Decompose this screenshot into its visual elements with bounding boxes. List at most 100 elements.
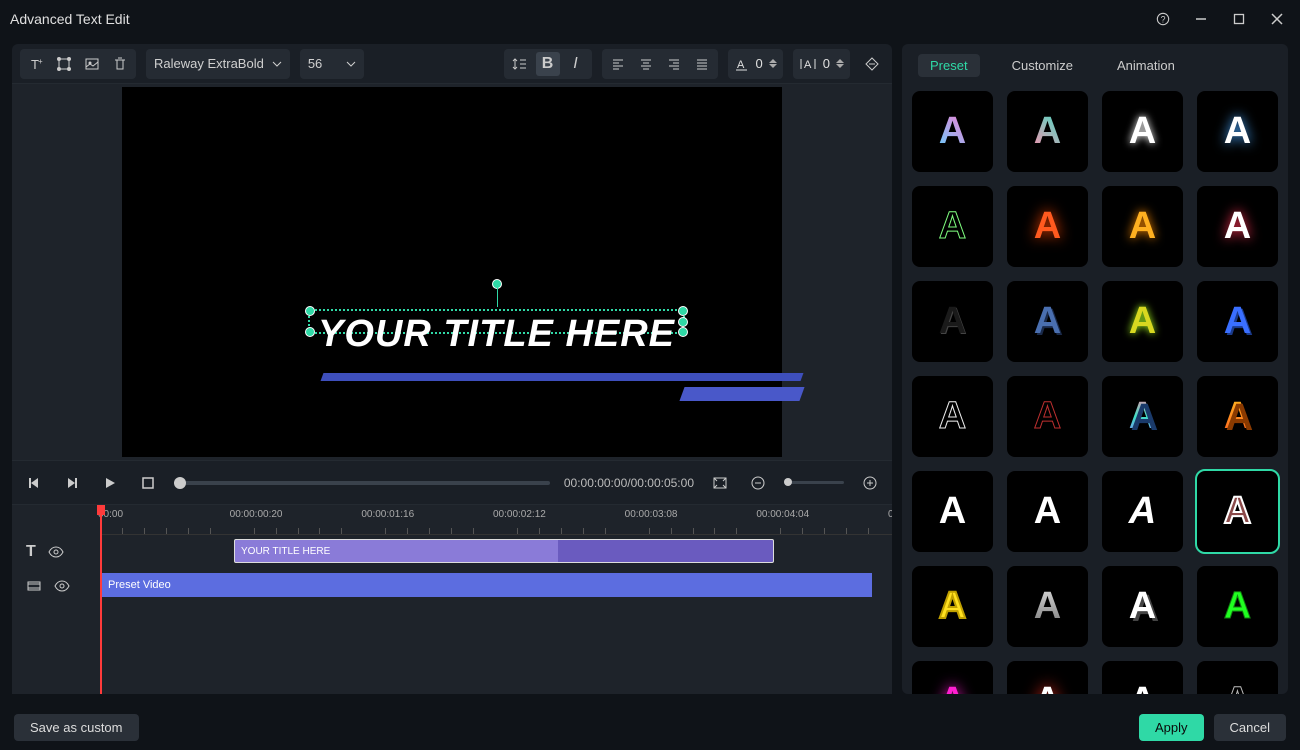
timecode: 00:00:00:00/00:00:05:00	[564, 476, 694, 490]
preset-item[interactable]: A	[1197, 661, 1278, 694]
svg-text:A: A	[737, 59, 745, 71]
tab-customize[interactable]: Customize	[1000, 54, 1085, 77]
preset-item[interactable]: A	[1197, 186, 1278, 267]
stepper-down[interactable]	[836, 64, 844, 68]
font-select[interactable]: Raleway ExtraBold	[146, 49, 290, 79]
delete-icon[interactable]	[108, 52, 132, 76]
preset-item[interactable]: A	[912, 186, 993, 267]
window-controls: ?	[1156, 12, 1290, 26]
letter-spacing-icon: A	[734, 56, 750, 72]
preset-item[interactable]: A	[1102, 471, 1183, 552]
stepper-up[interactable]	[769, 59, 777, 63]
preset-item[interactable]: A	[1007, 91, 1088, 172]
svg-text:?: ?	[1161, 15, 1166, 25]
preview-area: YOUR TITLE HERE	[12, 84, 892, 460]
preset-item[interactable]: A	[1197, 566, 1278, 647]
crop-icon[interactable]	[708, 471, 732, 495]
line-height-icon[interactable]	[508, 52, 532, 76]
align-left-icon[interactable]	[606, 52, 630, 76]
ruler-tick: 00:00:00:20	[230, 509, 283, 520]
apply-button[interactable]: Apply	[1139, 714, 1204, 741]
timeline: 00:0000:00:00:2000:00:01:1600:00:02:1200…	[12, 504, 892, 694]
preset-item[interactable]: A	[912, 471, 993, 552]
scrub-bar[interactable]	[174, 481, 550, 485]
zoom-in-icon[interactable]	[858, 471, 882, 495]
text-track-icon[interactable]: T	[26, 543, 36, 561]
svg-text:+: +	[38, 57, 43, 66]
close-icon[interactable]	[1270, 12, 1284, 26]
preview-canvas[interactable]: YOUR TITLE HERE	[122, 87, 782, 457]
preset-item[interactable]: A	[1102, 186, 1183, 267]
italic-button[interactable]: I	[564, 52, 588, 76]
preset-item[interactable]: A	[1102, 376, 1183, 457]
help-icon[interactable]: ?	[1156, 12, 1170, 26]
align-right-icon[interactable]	[662, 52, 686, 76]
title-element[interactable]: YOUR TITLE HERE	[318, 313, 675, 356]
stepper-up[interactable]	[836, 59, 844, 63]
cancel-button[interactable]: Cancel	[1214, 714, 1286, 741]
text-toolbar: T+ Raleway ExtraBold 56 B I	[12, 44, 892, 84]
preset-item[interactable]: A	[1197, 91, 1278, 172]
maximize-icon[interactable]	[1232, 12, 1246, 26]
play-icon[interactable]	[98, 471, 122, 495]
titlebar: Advanced Text Edit ?	[0, 0, 1300, 38]
tab-animation[interactable]: Animation	[1105, 54, 1187, 77]
preset-item[interactable]: A	[1102, 566, 1183, 647]
stop-icon[interactable]	[136, 471, 160, 495]
stepper-down[interactable]	[769, 64, 777, 68]
align-justify-icon[interactable]	[690, 52, 714, 76]
preset-item[interactable]: A	[1007, 566, 1088, 647]
window-title: Advanced Text Edit	[10, 11, 1156, 27]
preset-item[interactable]: A	[1007, 376, 1088, 457]
ruler-tick: 00:00:01:16	[361, 509, 414, 520]
preset-item[interactable]: A	[1102, 281, 1183, 362]
reset-style-icon[interactable]	[860, 52, 884, 76]
add-text-icon[interactable]: T+	[24, 52, 48, 76]
scrub-head[interactable]	[174, 477, 186, 489]
letter-spacing-control[interactable]: A 0	[728, 49, 783, 79]
visibility-icon[interactable]	[48, 544, 64, 560]
preset-item[interactable]: A	[912, 661, 993, 694]
video-clip[interactable]: Preset Video	[100, 573, 872, 597]
save-custom-button[interactable]: Save as custom	[14, 714, 139, 741]
preset-item[interactable]: A	[1102, 91, 1183, 172]
transform-icon[interactable]	[52, 52, 76, 76]
preset-grid: AAAAAAAAAAAAAAAAAAAAAAAAAAAA	[902, 87, 1288, 694]
prev-frame-icon[interactable]	[22, 471, 46, 495]
svg-text:A: A	[804, 59, 812, 71]
preset-item[interactable]: A	[1007, 186, 1088, 267]
preset-item[interactable]: A	[912, 281, 993, 362]
preset-item[interactable]: A	[912, 376, 993, 457]
tab-preset[interactable]: Preset	[918, 54, 980, 77]
align-center-icon[interactable]	[634, 52, 658, 76]
zoom-out-icon[interactable]	[746, 471, 770, 495]
preset-item[interactable]: A	[1197, 281, 1278, 362]
video-track-icon[interactable]	[26, 578, 42, 594]
image-icon[interactable]	[80, 52, 104, 76]
title-text[interactable]: YOUR TITLE HERE	[318, 313, 675, 356]
ruler-tick: 00:00:03:08	[625, 509, 678, 520]
ruler-tick: 00:00:02:12	[493, 509, 546, 520]
preset-item[interactable]: A	[1197, 376, 1278, 457]
chevron-down-icon	[272, 59, 282, 69]
char-spacing-control[interactable]: A 0	[793, 49, 850, 79]
ruler-tick: 00:00:04:04	[756, 509, 809, 520]
visibility-icon[interactable]	[54, 578, 70, 594]
playback-bar: 00:00:00:00/00:00:05:00	[12, 460, 892, 504]
timeline-ruler[interactable]: 00:0000:00:00:2000:00:01:1600:00:02:1200…	[100, 505, 892, 535]
preset-item[interactable]: A	[1007, 661, 1088, 694]
preset-item[interactable]: A	[912, 91, 993, 172]
title-clip[interactable]: YOUR TITLE HERE	[234, 539, 774, 563]
minimize-icon[interactable]	[1194, 12, 1208, 26]
preset-item[interactable]: A	[1197, 471, 1278, 552]
preset-item[interactable]: A	[1102, 661, 1183, 694]
preset-item[interactable]: A	[1007, 471, 1088, 552]
preset-item[interactable]: A	[912, 566, 993, 647]
preset-item[interactable]: A	[1007, 281, 1088, 362]
char-spacing-icon: A	[799, 56, 817, 72]
next-frame-icon[interactable]	[60, 471, 84, 495]
zoom-slider[interactable]	[784, 481, 844, 484]
fontsize-select[interactable]: 56	[300, 49, 364, 79]
playhead[interactable]	[100, 505, 102, 694]
bold-button[interactable]: B	[536, 52, 560, 76]
